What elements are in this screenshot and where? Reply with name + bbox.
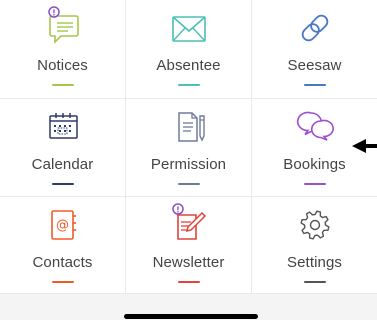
menu-grid: ! Notices Absentee Seesaw Calendar Permi… [0,0,377,294]
grid-divider-horizontal [0,196,377,197]
menu-item-label: Calendar [31,156,94,173]
menu-item-label: Permission [150,156,227,173]
newsletter-edit-icon: ! [169,203,209,245]
menu-item-calendar[interactable]: Calendar [0,99,125,197]
notices-underline [51,84,74,86]
menu-item-label: Notices [37,57,88,74]
newsletter-badge: ! [176,205,180,214]
menu-item-contacts[interactable]: @ Contacts [0,197,125,295]
menu-item-label: Bookings [283,156,346,173]
chain-link-icon [295,8,335,48]
menu-item-label: Settings [287,254,342,271]
menu-item-notices[interactable]: ! Notices [0,0,125,98]
grid-divider-horizontal [0,98,377,99]
calendar-icon [43,107,83,147]
menu-item-permission[interactable]: Permission [126,99,251,197]
gear-icon [295,205,335,245]
chat-bubbles-icon [295,107,335,147]
home-indicator[interactable] [124,314,258,319]
notices-badge: ! [52,8,56,17]
menu-item-label: Newsletter [152,254,225,271]
document-pen-icon [169,107,209,147]
pointer-arrow-icon [352,136,377,156]
calendar-underline [51,183,74,185]
menu-item-label: Absentee [156,57,221,74]
address-book-icon: @ [43,205,83,245]
absentee-underline [177,84,200,86]
newsletter-underline [177,281,200,283]
seesaw-underline [303,84,326,86]
svg-text:@: @ [56,218,69,233]
menu-item-label: Contacts [32,254,93,271]
envelope-icon [169,8,209,48]
notice-speech-bubble-icon: ! [43,6,83,48]
permission-underline [177,183,200,185]
grid-divider-vertical [251,0,252,294]
menu-item-label: Seesaw [287,57,342,74]
contacts-underline [51,281,74,283]
menu-item-newsletter[interactable]: ! Newsletter [126,197,251,295]
bookings-underline [303,183,326,185]
settings-underline [303,281,326,283]
menu-item-absentee[interactable]: Absentee [126,0,251,98]
grid-divider-vertical [125,0,126,294]
menu-item-seesaw[interactable]: Seesaw [252,0,377,98]
menu-item-settings[interactable]: Settings [252,197,377,295]
